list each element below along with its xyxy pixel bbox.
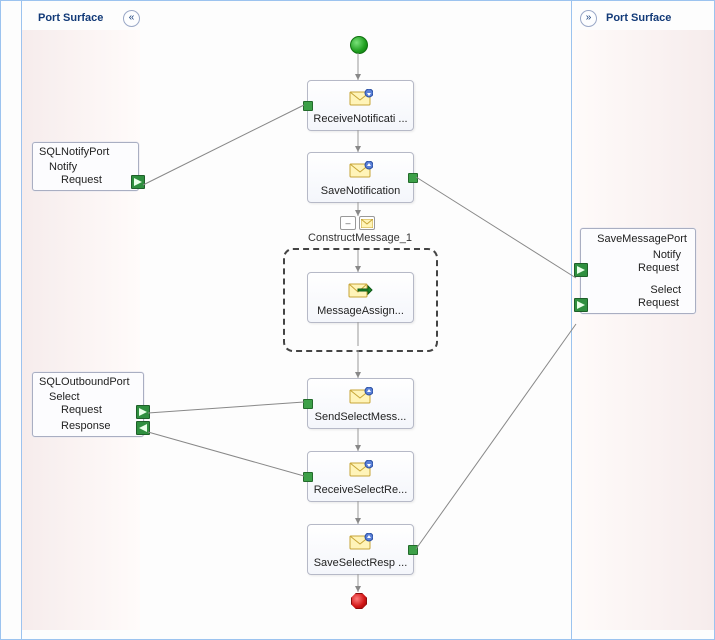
- left-port-surface-area: [22, 30, 140, 630]
- port-operation-select: Select: [581, 278, 695, 297]
- receive-icon: [308, 452, 413, 482]
- port-connector-icon[interactable]: [136, 421, 150, 435]
- shape-label: ReceiveNotificati ...: [308, 111, 413, 130]
- port-connector-icon[interactable]: [574, 298, 588, 312]
- port-message-response[interactable]: Response: [33, 420, 143, 436]
- shape-save-select-response[interactable]: SaveSelectResp ...: [307, 524, 414, 575]
- orchestration-canvas: Port Surface Port Surface « » SQLNotifyP…: [0, 0, 715, 640]
- port-sqloutbound[interactable]: SQLOutboundPort Select Request Response: [32, 372, 144, 437]
- port-message-request[interactable]: Request: [33, 404, 143, 420]
- collapse-right-icon[interactable]: »: [580, 10, 597, 27]
- shape-connector-left[interactable]: [303, 399, 313, 409]
- send-icon: [308, 379, 413, 409]
- shape-connector-left[interactable]: [303, 101, 313, 111]
- assign-icon: [308, 273, 413, 303]
- grid-line: [0, 0, 1, 640]
- port-message-request[interactable]: Request: [33, 174, 138, 190]
- shape-label: SaveNotification: [308, 183, 413, 202]
- shape-save-notification[interactable]: SaveNotification: [307, 152, 414, 203]
- port-connector-icon[interactable]: [574, 263, 588, 277]
- port-message-request[interactable]: Request: [581, 262, 695, 278]
- port-operation: Select: [33, 389, 143, 404]
- shape-label: SaveSelectResp ...: [308, 555, 413, 574]
- shape-label: SendSelectMess...: [308, 409, 413, 428]
- shape-receive-notification[interactable]: ReceiveNotificati ...: [307, 80, 414, 131]
- right-port-surface-title: Port Surface: [606, 12, 671, 24]
- envelope-icon: [359, 216, 375, 230]
- shape-send-select-message[interactable]: SendSelectMess...: [307, 378, 414, 429]
- shape-label: ReceiveSelectRe...: [308, 482, 413, 501]
- receive-icon: [308, 81, 413, 111]
- send-icon: [308, 525, 413, 555]
- construct-toolbar[interactable]: –: [340, 216, 375, 230]
- grid-line: [0, 0, 714, 1]
- send-icon: [308, 153, 413, 183]
- port-savemessage[interactable]: SaveMessagePort Notify Request Select Re…: [580, 228, 696, 314]
- port-title: SQLOutboundPort: [33, 373, 143, 389]
- port-connector-icon[interactable]: [136, 405, 150, 419]
- shape-connector-right[interactable]: [408, 173, 418, 183]
- construct-title: ConstructMessage_1: [300, 232, 420, 244]
- shape-receive-select-response[interactable]: ReceiveSelectRe...: [307, 451, 414, 502]
- port-connector-icon[interactable]: [131, 175, 145, 189]
- shape-label: MessageAssign...: [308, 303, 413, 322]
- collapse-icon[interactable]: –: [340, 216, 356, 230]
- shape-connector-left[interactable]: [303, 472, 313, 482]
- left-port-surface-title: Port Surface: [38, 12, 103, 24]
- port-operation: Notify: [33, 159, 138, 174]
- end-icon: [351, 593, 367, 609]
- port-sqlnotify[interactable]: SQLNotifyPort Notify Request: [32, 142, 139, 191]
- port-title: SQLNotifyPort: [33, 143, 138, 159]
- start-icon: [350, 36, 368, 54]
- port-title: SaveMessagePort: [581, 229, 695, 247]
- collapse-left-icon[interactable]: «: [123, 10, 140, 27]
- port-operation-notify: Notify: [581, 247, 695, 262]
- shape-connector-right[interactable]: [408, 545, 418, 555]
- port-message-request-2[interactable]: Request: [581, 297, 695, 313]
- shape-message-assign[interactable]: MessageAssign...: [307, 272, 414, 323]
- right-port-surface-area: [572, 30, 714, 630]
